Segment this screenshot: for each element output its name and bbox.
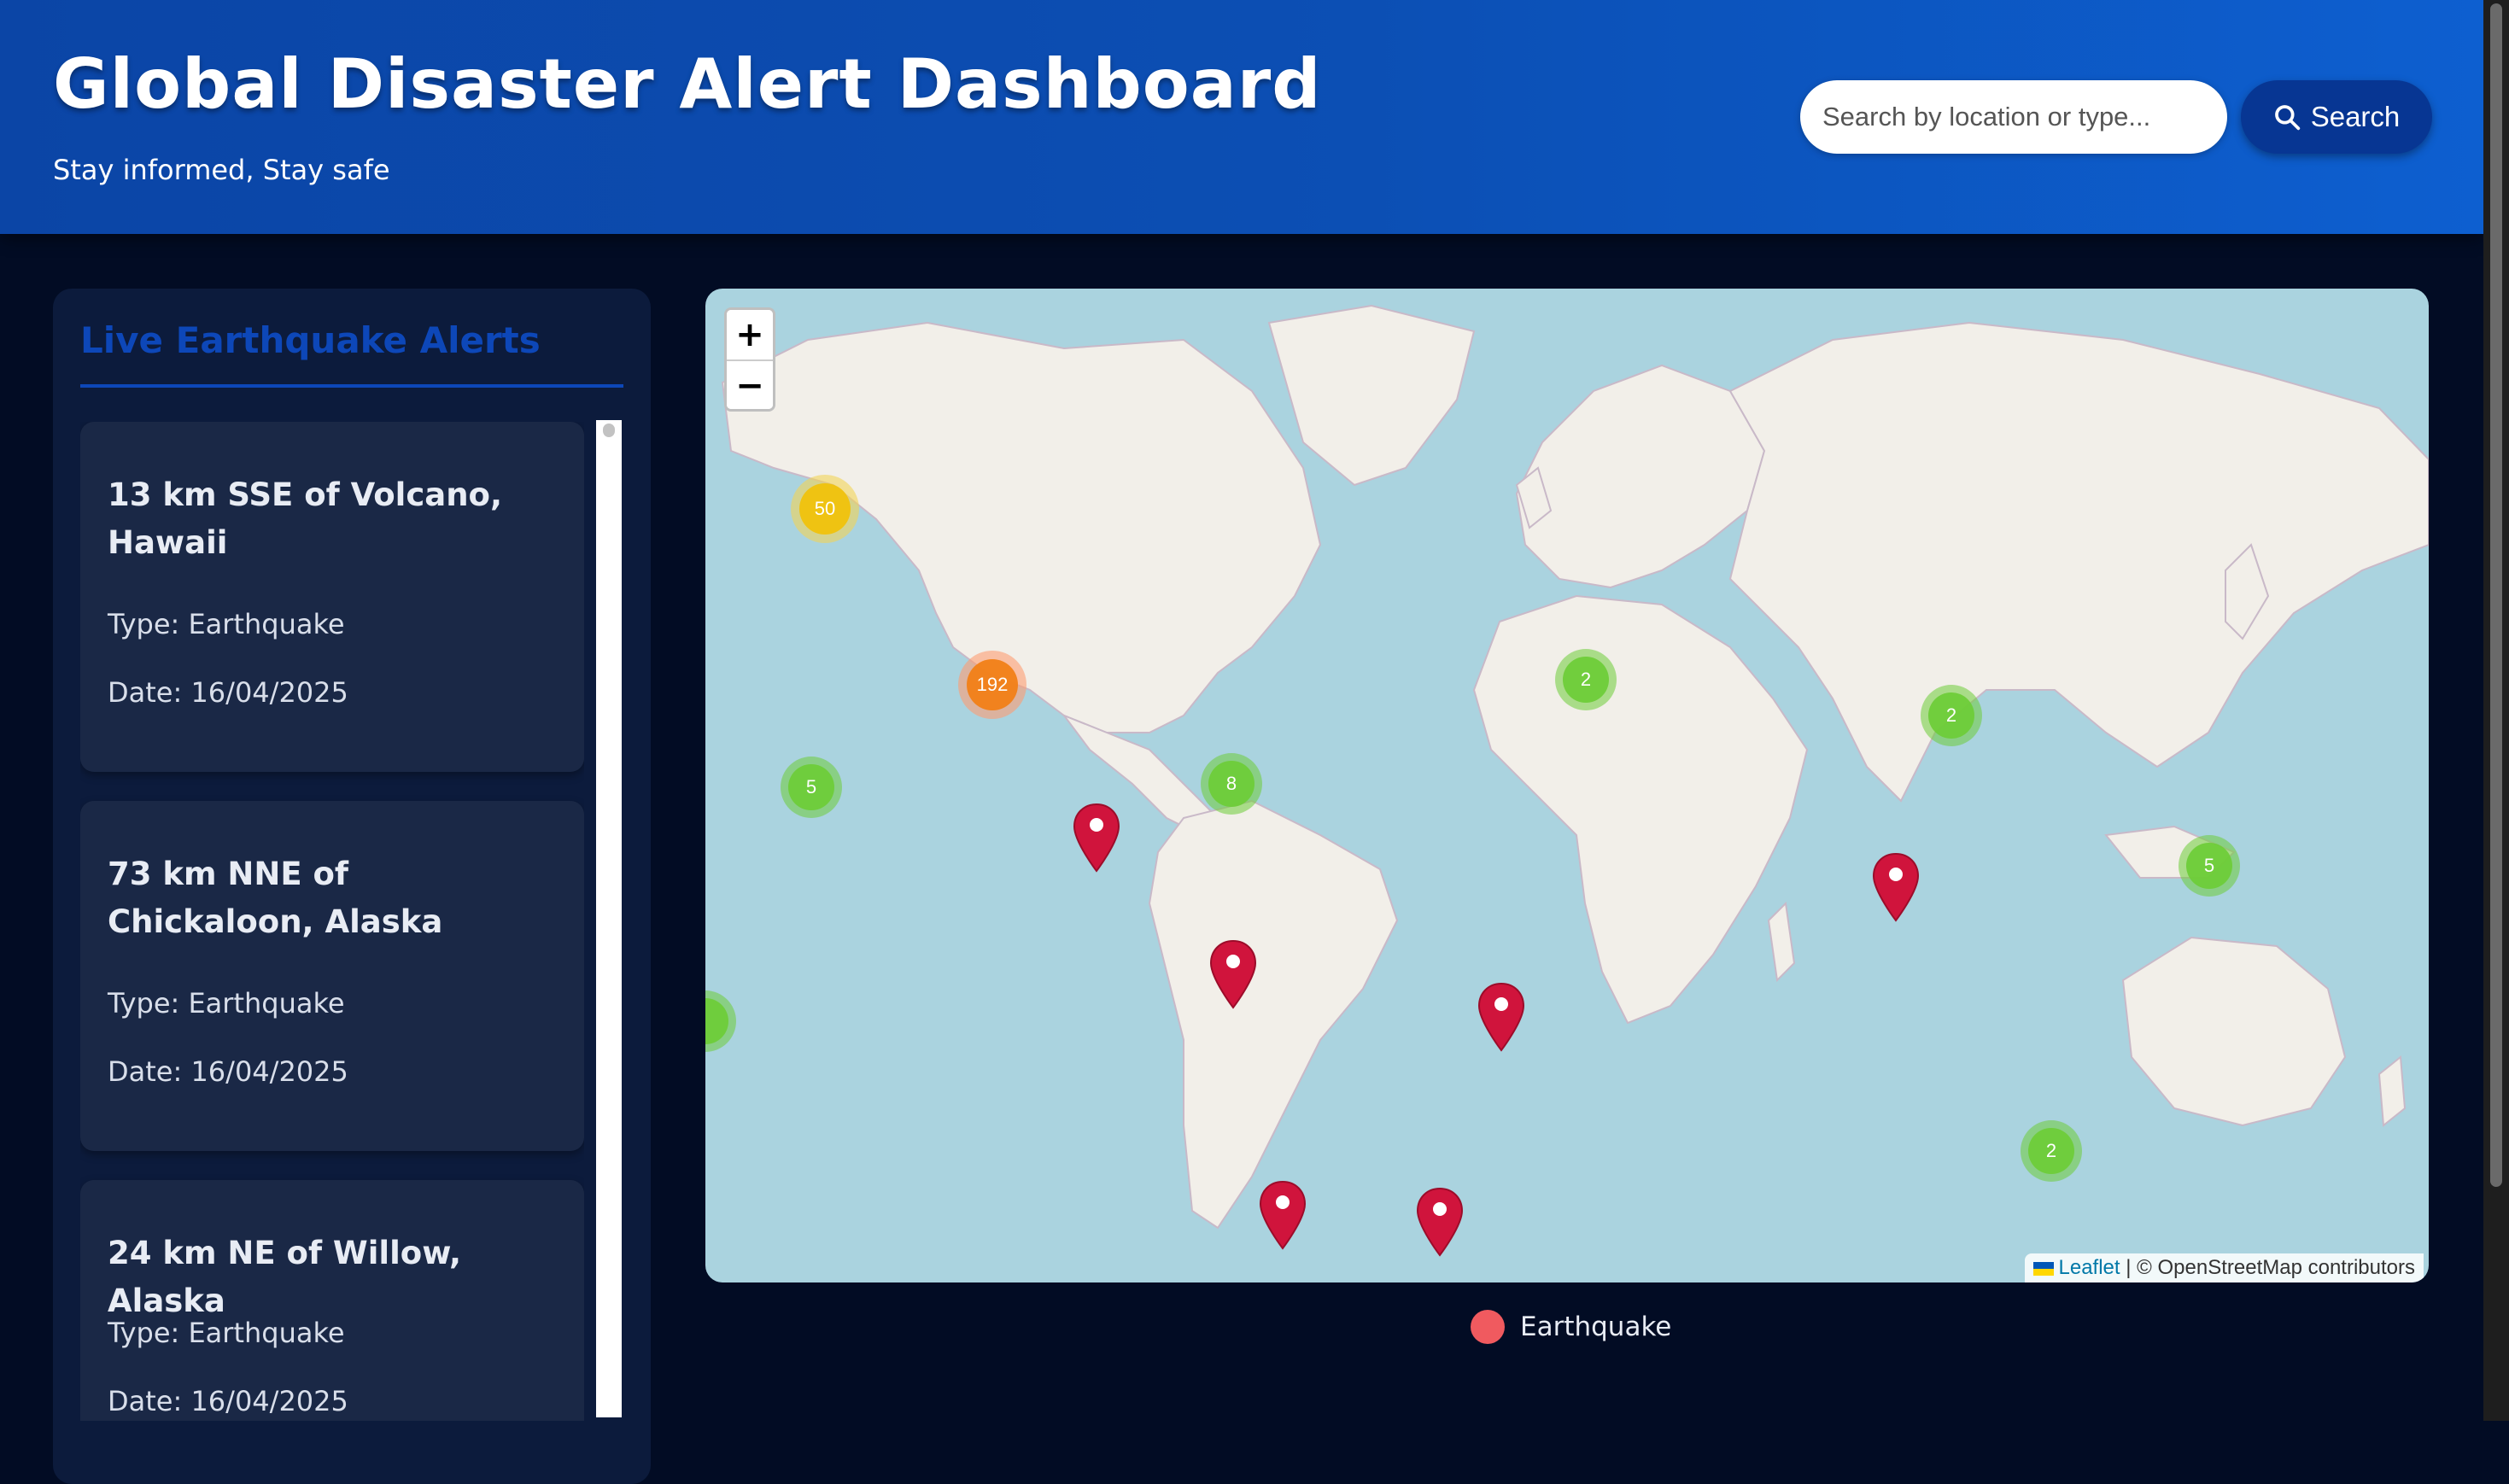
marker-cluster[interactable]: 5 bbox=[2179, 835, 2240, 897]
alert-type: Type: Earthquake bbox=[108, 987, 345, 1020]
page-scrollbar[interactable] bbox=[2483, 0, 2509, 1421]
alert-title: 24 km NE of Willow, Alaska bbox=[108, 1235, 462, 1319]
ukraine-flag-icon bbox=[2032, 1261, 2054, 1276]
leaflet-link[interactable]: Leaflet bbox=[2059, 1256, 2120, 1279]
zoom-control: + − bbox=[724, 307, 775, 412]
alert-card[interactable]: 13 km SSE of Volcano, Hawaii Type: Earth… bbox=[80, 422, 584, 772]
alert-type: Type: Earthquake bbox=[108, 608, 345, 640]
alert-card[interactable]: 73 km NNE of Chickaloon, Alaska Type: Ea… bbox=[80, 801, 584, 1151]
map-pin-icon[interactable] bbox=[1870, 852, 1921, 924]
legend-label: Earthquake bbox=[1520, 1312, 1672, 1342]
map-attribution: Leaflet | © OpenStreetMap contributors bbox=[2024, 1253, 2424, 1282]
alert-card[interactable]: 24 km NE of Willow, Alaska Type: Earthqu… bbox=[80, 1180, 584, 1421]
alert-title: 73 km NNE of Chickaloon, Alaska bbox=[108, 856, 443, 940]
cluster-count: 2 bbox=[1928, 692, 1974, 739]
map-pin-icon[interactable] bbox=[1071, 803, 1122, 874]
search-icon bbox=[2274, 105, 2300, 131]
header: Global Disaster Alert Dashboard Stay inf… bbox=[0, 0, 2483, 234]
legend-dot-icon bbox=[1471, 1310, 1505, 1344]
marker-cluster[interactable]: 8 bbox=[1201, 753, 1262, 815]
marker-cluster[interactable]: 192 bbox=[958, 651, 1026, 719]
cluster-count: 8 bbox=[1208, 761, 1254, 807]
map-pin-icon[interactable] bbox=[1476, 982, 1527, 1054]
zoom-out-button[interactable]: − bbox=[727, 361, 773, 409]
marker-cluster[interactable]: 2 bbox=[1555, 649, 1617, 710]
alert-list-scrollbar[interactable] bbox=[596, 420, 622, 1417]
cluster-count: 5 bbox=[788, 764, 834, 810]
cluster-count: 2 bbox=[2028, 1128, 2074, 1174]
marker-cluster[interactable]: 2 bbox=[1921, 685, 1982, 746]
marker-cluster[interactable]: 2 bbox=[2021, 1120, 2082, 1182]
cluster-count: 192 bbox=[967, 659, 1018, 710]
attribution-text: | © OpenStreetMap contributors bbox=[2126, 1256, 2415, 1279]
marker-cluster[interactable]: 5 bbox=[781, 757, 842, 818]
map-pin-icon[interactable] bbox=[1257, 1180, 1308, 1252]
search-input[interactable] bbox=[1800, 80, 2227, 154]
map-legend: Earthquake bbox=[1471, 1310, 1671, 1344]
page-subtitle: Stay informed, Stay safe bbox=[53, 154, 390, 186]
map-pin-icon[interactable] bbox=[1414, 1187, 1465, 1259]
alerts-panel: Live Earthquake Alerts 13 km SSE of Volc… bbox=[53, 289, 651, 1484]
divider bbox=[80, 384, 623, 388]
world-map-tiles bbox=[721, 304, 2429, 1230]
cluster-count: 5 bbox=[2186, 843, 2232, 889]
alert-list[interactable]: 13 km SSE of Volcano, Hawaii Type: Earth… bbox=[80, 422, 584, 1421]
alert-date: Date: 16/04/2025 bbox=[108, 1055, 348, 1088]
cluster-partial bbox=[705, 998, 728, 1044]
alerts-panel-title: Live Earthquake Alerts bbox=[80, 319, 541, 361]
cluster-count: 2 bbox=[1563, 657, 1609, 703]
map-pin-icon[interactable] bbox=[1208, 939, 1259, 1011]
scrollbar-thumb[interactable] bbox=[2490, 3, 2502, 1187]
page-title: Global Disaster Alert Dashboard bbox=[53, 44, 1322, 124]
alert-title: 13 km SSE of Volcano, Hawaii bbox=[108, 476, 503, 561]
cluster-count: 50 bbox=[799, 483, 851, 535]
alert-date: Date: 16/04/2025 bbox=[108, 676, 348, 709]
zoom-in-button[interactable]: + bbox=[727, 310, 773, 359]
alert-date: Date: 16/04/2025 bbox=[108, 1385, 348, 1417]
search-button[interactable]: Search bbox=[2241, 80, 2432, 154]
map[interactable]: + − 50 192 5 8 2 2 5 2 Leaflet | © OpenS… bbox=[705, 289, 2429, 1282]
scrollbar-thumb[interactable] bbox=[603, 424, 615, 437]
search-button-label: Search bbox=[2310, 101, 2401, 132]
marker-cluster[interactable]: 50 bbox=[791, 475, 859, 543]
alert-type: Type: Earthquake bbox=[108, 1317, 345, 1349]
